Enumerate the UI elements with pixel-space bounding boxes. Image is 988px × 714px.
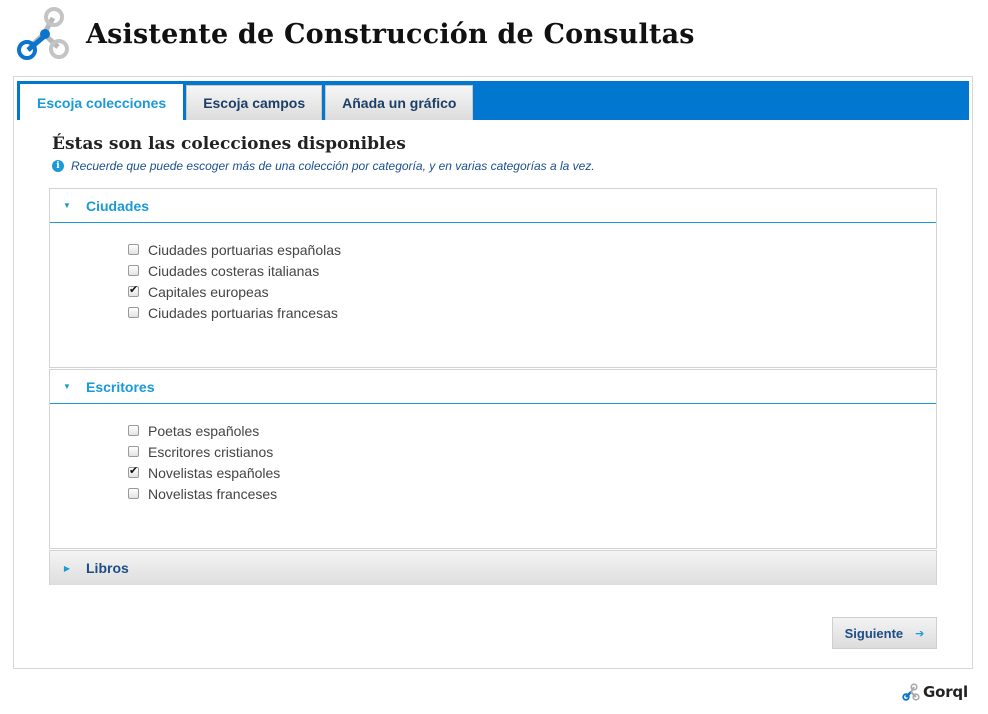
- checkbox[interactable]: [128, 244, 139, 255]
- brand-name: Gorql: [923, 683, 968, 701]
- accordion-libros: ▶ Libros: [49, 550, 937, 585]
- checkbox[interactable]: [128, 265, 139, 276]
- checkbox[interactable]: [128, 446, 139, 457]
- page-title: Éstas son las colecciones disponibles: [52, 134, 406, 154]
- collection-label: Ciudades portuarias españolas: [148, 241, 342, 258]
- collection-label: Novelistas franceses: [148, 485, 278, 502]
- accordion-body-escritores: Poetas españoles Escritores cristianos N…: [50, 404, 936, 504]
- checkbox[interactable]: [128, 307, 139, 318]
- accordion-body-ciudades: Ciudades portuarias españolas Ciudades c…: [50, 223, 936, 323]
- accordion-label: Ciudades: [86, 197, 150, 214]
- collection-item[interactable]: Novelistas franceses: [128, 483, 936, 504]
- arrow-right-icon: ➔: [915, 627, 925, 640]
- collection-item[interactable]: Novelistas españoles: [128, 462, 936, 483]
- accordion-header-ciudades[interactable]: ▼ Ciudades: [50, 189, 936, 223]
- tab-escoja-campos[interactable]: Escoja campos: [186, 85, 323, 120]
- caret-right-icon: ▶: [63, 563, 71, 573]
- checkbox-checked[interactable]: [128, 283, 139, 297]
- accordion-escritores: ▼ Escritores Poetas españoles Escritores…: [49, 369, 937, 549]
- accordion-label: Escritores: [86, 378, 155, 395]
- accordion-ciudades: ▼ Ciudades Ciudades portuarias españolas…: [49, 188, 937, 368]
- collection-label: Ciudades costeras italianas: [148, 262, 320, 279]
- accordion-label: Libros: [86, 560, 129, 576]
- collection-item[interactable]: Ciudades portuarias francesas: [128, 302, 936, 323]
- collection-item[interactable]: Poetas españoles: [128, 420, 936, 441]
- info-icon: i: [52, 160, 64, 172]
- tab-escoja-colecciones[interactable]: Escoja colecciones: [20, 84, 184, 120]
- collection-label: Capitales europeas: [148, 283, 269, 300]
- next-button-label: Siguiente: [844, 625, 904, 641]
- collection-label: Novelistas españoles: [148, 464, 281, 481]
- hint-text-row: i Recuerde que puede escoger más de una …: [52, 159, 595, 173]
- collection-label: Ciudades portuarias francesas: [148, 304, 338, 321]
- caret-down-icon: ▼: [63, 382, 71, 391]
- app-title: Asistente de Construcción de Consultas: [86, 18, 695, 50]
- app-header: Asistente de Construcción de Consultas: [16, 6, 695, 62]
- wizard-panel: Escoja colecciones Escoja campos Añada u…: [13, 76, 973, 669]
- checkbox-checked[interactable]: [128, 464, 139, 478]
- footer-brand: Gorql: [902, 683, 968, 701]
- next-button[interactable]: Siguiente ➔: [832, 617, 937, 649]
- caret-down-icon: ▼: [63, 201, 71, 210]
- accordion-header-escritores[interactable]: ▼ Escritores: [50, 370, 936, 404]
- checkbox[interactable]: [128, 425, 139, 436]
- app-logo-icon: [17, 7, 69, 60]
- tab-anada-grafico[interactable]: Añada un gráfico: [325, 85, 474, 120]
- collection-item[interactable]: Ciudades portuarias españolas: [128, 239, 936, 260]
- hint-text: Recuerde que puede escoger más de una co…: [71, 159, 595, 173]
- collection-label: Escritores cristianos: [148, 443, 274, 460]
- tab-bar: Escoja colecciones Escoja campos Añada u…: [17, 81, 969, 120]
- collection-item[interactable]: Ciudades costeras italianas: [128, 260, 936, 281]
- brand-logo-icon: [902, 683, 920, 701]
- checkbox[interactable]: [128, 488, 139, 499]
- collection-item[interactable]: Capitales europeas: [128, 281, 936, 302]
- collection-label: Poetas españoles: [148, 422, 260, 439]
- collection-item[interactable]: Escritores cristianos: [128, 441, 936, 462]
- accordion-header-libros[interactable]: ▶ Libros: [50, 551, 936, 585]
